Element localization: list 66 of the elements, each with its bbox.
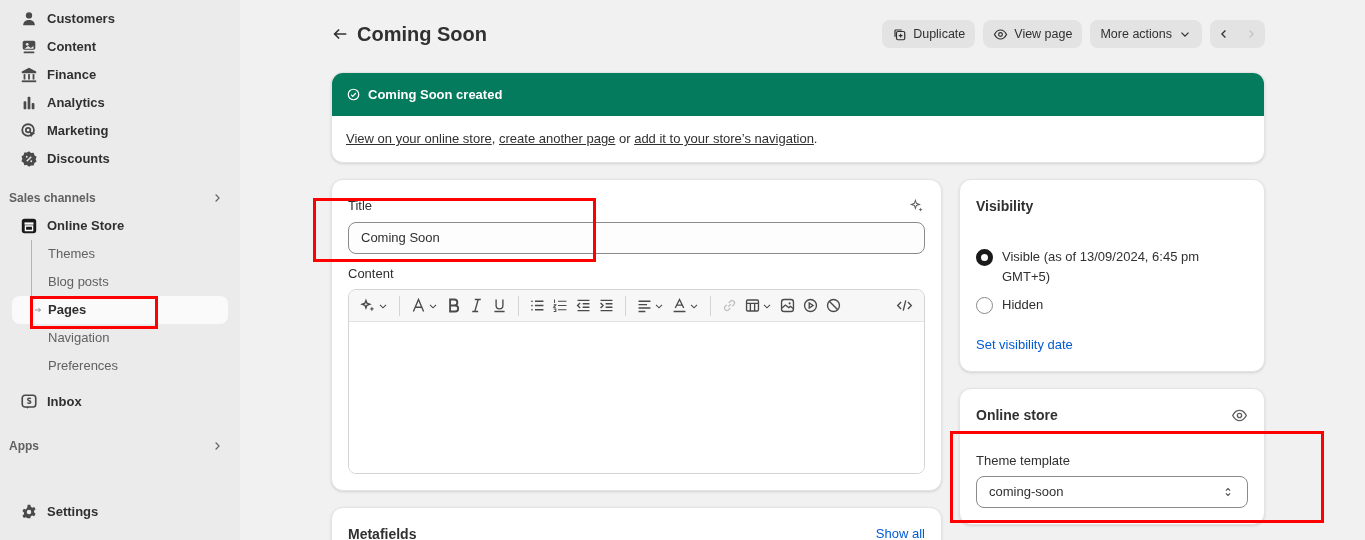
discount-badge-icon: [20, 150, 38, 168]
sparkle-icon: [909, 197, 925, 214]
card-title: Metafields: [348, 525, 417, 540]
duplicate-icon: [892, 26, 908, 42]
nav-item[interactable]: Discounts: [12, 145, 228, 173]
banner-link[interactable]: create another page: [499, 129, 616, 149]
nav-subitem[interactable]: Navigation: [12, 324, 228, 352]
nav-item[interactable]: Customers: [12, 5, 228, 33]
action-button[interactable]: Duplicate: [882, 20, 976, 48]
field-label: Content: [348, 264, 395, 283]
image-icon: [779, 297, 796, 314]
underline-icon: [491, 297, 508, 314]
no-entry-icon: [825, 297, 842, 314]
banner-text: .: [813, 130, 818, 149]
nav-subitem[interactable]: Blog posts: [12, 268, 228, 296]
outdent-icon: [575, 297, 592, 314]
show-all-link[interactable]: Show all: [875, 524, 925, 540]
banner-link[interactable]: add it to your store’s navigation: [634, 129, 814, 149]
section-heading: Apps: [9, 438, 39, 455]
table-icon: [744, 297, 761, 314]
nav-item[interactable]: Settings: [12, 498, 228, 526]
radio-button[interactable]: [976, 249, 993, 266]
nav-item[interactable]: Analytics: [12, 89, 228, 117]
action-button[interactable]: View page: [983, 20, 1083, 48]
numbered-list-icon: [552, 297, 569, 314]
banner-link[interactable]: View on your online store: [346, 129, 492, 149]
link-icon: [721, 297, 738, 314]
target-cursor-icon: [20, 122, 38, 140]
card-title: Online store: [976, 405, 1058, 425]
bank-icon: [20, 66, 38, 84]
banner-text: ,: [491, 130, 497, 149]
eye-icon: [993, 26, 1009, 42]
nav-item[interactable]: Finance: [12, 61, 228, 89]
code-icon: [896, 297, 913, 314]
nav-item[interactable]: Inbox: [12, 388, 228, 416]
page-title: Coming Soon: [357, 22, 487, 47]
set-visibility-date-link[interactable]: Set visibility date: [976, 335, 1248, 355]
nav-item[interactable]: Online Store: [12, 212, 228, 240]
chat-s-icon: [20, 393, 38, 411]
card-title: Visibility: [976, 197, 1035, 216]
radio-button[interactable]: [976, 297, 993, 314]
person-icon: [20, 10, 38, 28]
banner-text: or: [617, 130, 632, 149]
action-button[interactable]: More actions: [1090, 20, 1202, 48]
nav-item[interactable]: Content: [12, 33, 228, 61]
storefront-icon: [20, 217, 38, 235]
select-value: coming-soon: [989, 483, 1064, 502]
title-input[interactable]: Coming Soon: [348, 221, 925, 254]
arrow-right-icon: [33, 305, 43, 315]
section-heading: Sales channels: [9, 190, 96, 207]
radio-label: Visible (as of 13/09/2024, 6:45 pm GMT+5): [1002, 248, 1201, 286]
nav-subitem[interactable]: Preferences: [12, 352, 228, 380]
theme-template-select[interactable]: coming-soon: [976, 476, 1248, 508]
field-label: Theme template: [976, 451, 1071, 470]
field-label: Title: [348, 197, 373, 215]
play-circle-icon: [802, 297, 819, 314]
image-monitor-icon: [20, 38, 38, 56]
nav-item[interactable]: Marketing: [12, 117, 228, 145]
banner-title: Coming Soon created: [368, 85, 503, 104]
indent-icon: [598, 297, 615, 314]
radio-label: Hidden: [1002, 296, 1045, 314]
text-color-icon: [671, 297, 688, 314]
nav-subitem[interactable]: Themes: [12, 240, 228, 268]
check-circle-icon: [346, 87, 361, 102]
settings-icon: [20, 503, 38, 521]
letter-a-icon: [410, 297, 427, 314]
